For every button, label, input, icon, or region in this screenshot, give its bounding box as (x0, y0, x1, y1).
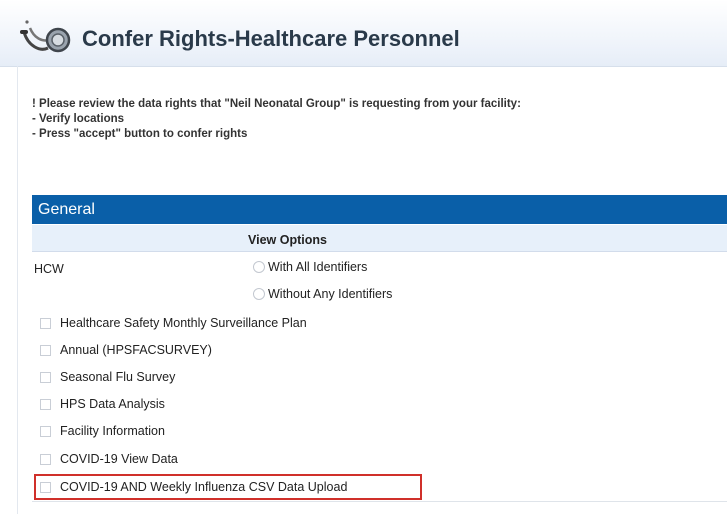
checkbox-item[interactable]: COVID-19 View Data (40, 452, 178, 466)
instructions-text: ! Please review the data rights that "Ne… (32, 97, 521, 142)
view-options-label: View Options (248, 233, 327, 247)
left-divider (17, 66, 18, 514)
page-header: Confer Rights-Healthcare Personnel (0, 0, 727, 67)
radio-button[interactable] (253, 261, 265, 273)
checkbox-label: COVID-19 View Data (60, 452, 178, 466)
checkbox-label: Annual (HPSFACSURVEY) (60, 343, 212, 357)
radio-label: With All Identifiers (268, 260, 368, 274)
radio-without-any-identifiers[interactable]: Without Any Identifiers (253, 287, 392, 301)
checkbox-item[interactable]: Seasonal Flu Survey (40, 370, 175, 384)
hcw-label: HCW (34, 262, 64, 276)
instruction-line: - Verify locations (32, 113, 125, 125)
radio-button[interactable] (253, 288, 265, 300)
checkbox-item[interactable]: Healthcare Safety Monthly Surveillance P… (40, 316, 307, 330)
checkbox-label: Healthcare Safety Monthly Surveillance P… (60, 316, 307, 330)
page-title: Confer Rights-Healthcare Personnel (82, 26, 460, 51)
checkbox-item[interactable]: Facility Information (40, 424, 165, 438)
checkbox-item[interactable]: HPS Data Analysis (40, 397, 165, 411)
radio-label: Without Any Identifiers (268, 287, 393, 301)
checkbox[interactable] (40, 344, 51, 356)
divider (32, 501, 727, 502)
checkbox-label: Seasonal Flu Survey (60, 370, 176, 384)
checkbox[interactable] (40, 317, 51, 329)
checkbox-label: HPS Data Analysis (60, 397, 165, 411)
general-section-header: General (32, 195, 727, 224)
checkbox[interactable] (40, 398, 51, 410)
highlight-box (34, 474, 422, 500)
radio-with-all-identifiers[interactable]: With All Identifiers (253, 260, 367, 274)
checkbox[interactable] (40, 425, 51, 437)
instruction-line: - Press "accept" button to confer rights (32, 128, 248, 140)
checkbox[interactable] (40, 371, 51, 383)
instruction-line: ! Please review the data rights that "Ne… (32, 98, 521, 110)
checkbox-label: Facility Information (60, 424, 165, 438)
checkbox-item[interactable]: Annual (HPSFACSURVEY) (40, 343, 212, 357)
stethoscope-icon (20, 20, 71, 53)
checkbox[interactable] (40, 453, 51, 465)
view-options-header (32, 225, 727, 252)
